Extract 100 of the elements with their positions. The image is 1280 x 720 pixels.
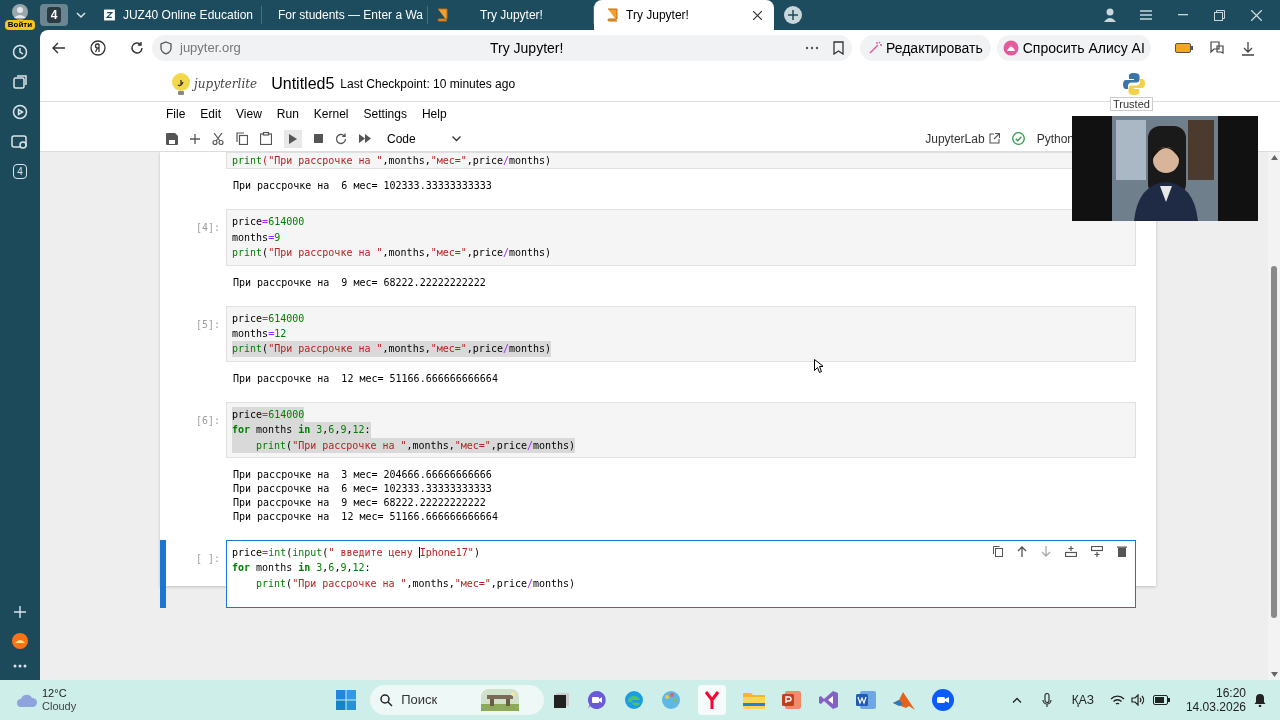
more-icon[interactable] bbox=[805, 46, 819, 50]
insert-above-icon[interactable] bbox=[1065, 546, 1077, 558]
circle-app-icon[interactable] bbox=[11, 632, 29, 650]
cell-prompt: [4]: bbox=[195, 222, 220, 234]
workspace-button[interactable]: 4 bbox=[40, 4, 68, 26]
menu-item[interactable]: View bbox=[236, 105, 262, 123]
history-icon[interactable] bbox=[12, 44, 28, 60]
jupyterlab-link[interactable]: JupyterLab bbox=[925, 129, 985, 148]
paint-palette-icon[interactable] bbox=[661, 690, 682, 710]
page-title: Try Jupyter! bbox=[490, 38, 565, 58]
trusted-label[interactable]: Trusted bbox=[1110, 97, 1153, 111]
scroll-down-icon[interactable] bbox=[1270, 672, 1278, 677]
search-field[interactable]: Поиск bbox=[370, 685, 545, 715]
cut-icon[interactable] bbox=[212, 132, 224, 145]
site-favicon-icon bbox=[104, 8, 115, 22]
add-cell-icon[interactable] bbox=[190, 133, 200, 144]
task-view-icon[interactable] bbox=[554, 692, 571, 708]
code-cell[interactable]: price=614000 months=12 print("При рассрочке на ",months,"мес=",price/months) bbox=[226, 305, 1136, 362]
menu-item[interactable]: File bbox=[166, 105, 186, 123]
run-button[interactable] bbox=[284, 129, 302, 148]
delete-icon[interactable] bbox=[1117, 546, 1127, 558]
add-icon[interactable] bbox=[14, 606, 26, 618]
active-cell-indicator bbox=[160, 540, 166, 609]
address-bar[interactable]: jupyter.org Try Jupyter! bbox=[152, 35, 852, 61]
scrollbar-thumb[interactable] bbox=[1271, 266, 1277, 618]
folder-icon[interactable] bbox=[743, 691, 766, 709]
code-cell[interactable]: price=614000 months=9 print("При рассрочке на ",months,"мес=",price/months) bbox=[226, 209, 1136, 266]
scrollbar[interactable] bbox=[1268, 152, 1280, 680]
download-icon[interactable] bbox=[1240, 40, 1255, 56]
search-icon bbox=[380, 693, 394, 707]
menu-item[interactable]: Edit bbox=[200, 105, 222, 123]
menu-item[interactable]: Kernel bbox=[313, 105, 349, 123]
volume-icon[interactable] bbox=[1130, 694, 1145, 706]
reload-icon[interactable] bbox=[130, 41, 144, 55]
paste-icon[interactable] bbox=[260, 132, 272, 145]
external-link-icon[interactable] bbox=[988, 133, 1000, 144]
yandex-icon[interactable] bbox=[90, 40, 106, 56]
chevron-up-icon[interactable] bbox=[1011, 697, 1022, 703]
python-logo-icon bbox=[1122, 72, 1146, 96]
battery-icon[interactable] bbox=[1152, 695, 1170, 705]
menu-icon[interactable] bbox=[1140, 10, 1152, 20]
word-processor-icon[interactable] bbox=[856, 690, 877, 710]
menu-item[interactable]: Help bbox=[421, 105, 447, 123]
bookmark-icon[interactable] bbox=[833, 41, 844, 55]
translate-icon[interactable] bbox=[1208, 40, 1225, 56]
play-icon[interactable] bbox=[12, 104, 28, 120]
restart-icon[interactable] bbox=[335, 132, 347, 145]
output-line: При рассрочке на 6 мес= 102333.33333333333 bbox=[233, 482, 493, 497]
video-chat-icon[interactable] bbox=[587, 690, 608, 710]
browser-tab[interactable]: JUZ40 Online Education bbox=[96, 6, 262, 24]
code-cell[interactable]: price=614000 for months in 3,6,9,12: print("При рассрочке на ",months,"мес=",price/months) bbox=[226, 401, 1136, 459]
windows-start-icon[interactable] bbox=[336, 690, 357, 710]
visual-studio-icon[interactable] bbox=[819, 690, 840, 710]
battery-saver-icon[interactable] bbox=[1174, 43, 1193, 53]
insert-below-icon[interactable] bbox=[1091, 546, 1103, 558]
presentation-app-icon[interactable] bbox=[782, 690, 803, 710]
menu-item[interactable]: Run bbox=[276, 105, 299, 123]
copy-icon[interactable] bbox=[236, 132, 248, 145]
profile-icon[interactable] bbox=[1104, 8, 1116, 22]
chevron-down-icon[interactable] bbox=[76, 11, 86, 19]
collections-icon[interactable] bbox=[12, 74, 28, 90]
fast-forward-icon[interactable] bbox=[359, 134, 371, 143]
duplicate-icon[interactable] bbox=[993, 546, 1003, 558]
move-up-icon[interactable] bbox=[1017, 546, 1027, 558]
search-input[interactable]: Поиск bbox=[401, 690, 482, 710]
code-line: months=12 bbox=[231, 327, 288, 342]
login-badge[interactable]: Войти bbox=[4, 20, 36, 30]
browser-tab[interactable]: For students — Enter a Wa bbox=[262, 6, 428, 24]
code-line: months=9 bbox=[231, 230, 282, 245]
clock-time[interactable]: 16:20 bbox=[1215, 686, 1246, 700]
code-cell[interactable]: price=int(input(" введите цену Iphone17") for months in 3,6,9,12: print("При рассрочке на ",months,"мес=",price/months) bbox=[226, 540, 1136, 609]
more-icon[interactable] bbox=[13, 664, 27, 668]
notification-bell-icon[interactable] bbox=[1254, 693, 1266, 707]
temperature-text[interactable]: 12°C bbox=[42, 687, 77, 700]
checkpoint-text: Last Checkpoint: 10 minutes ago bbox=[340, 75, 516, 93]
zoom-app-icon[interactable] bbox=[932, 689, 955, 711]
ask-alice-button[interactable]: Спросить Алису AI bbox=[996, 35, 1151, 61]
save-icon[interactable] bbox=[166, 132, 178, 145]
keyboard-language[interactable]: ҚАЗ bbox=[1071, 691, 1094, 709]
edit-button[interactable]: Редактировать bbox=[860, 35, 991, 61]
restore-icon[interactable] bbox=[1214, 9, 1225, 21]
wifi-icon[interactable] bbox=[1109, 694, 1125, 706]
minimize-icon[interactable] bbox=[1178, 14, 1188, 16]
avatar-icon[interactable] bbox=[9, 4, 31, 22]
yandex-browser-button[interactable] bbox=[698, 685, 727, 715]
browser-tab[interactable]: Try Jupyter! bbox=[594, 0, 774, 30]
new-tab-button[interactable] bbox=[784, 6, 802, 24]
notebook-title[interactable]: Untitled5 bbox=[271, 71, 335, 96]
weather-text[interactable]: Cloudy bbox=[42, 700, 77, 713]
close-icon[interactable] bbox=[1251, 9, 1262, 21]
cell-type-dropdown[interactable]: Code bbox=[387, 129, 461, 148]
camera-icon[interactable] bbox=[11, 134, 29, 150]
menu-item[interactable]: Settings bbox=[363, 105, 407, 123]
close-tab-icon[interactable] bbox=[753, 10, 762, 20]
tab-count-badge[interactable]: 4 bbox=[13, 164, 27, 179]
scroll-up-icon[interactable] bbox=[1270, 155, 1278, 160]
microphone-icon[interactable] bbox=[1041, 692, 1052, 708]
matlab-icon[interactable] bbox=[893, 690, 916, 710]
back-icon[interactable] bbox=[52, 42, 66, 54]
clock-date[interactable]: 14.03.2026 bbox=[1185, 700, 1246, 714]
